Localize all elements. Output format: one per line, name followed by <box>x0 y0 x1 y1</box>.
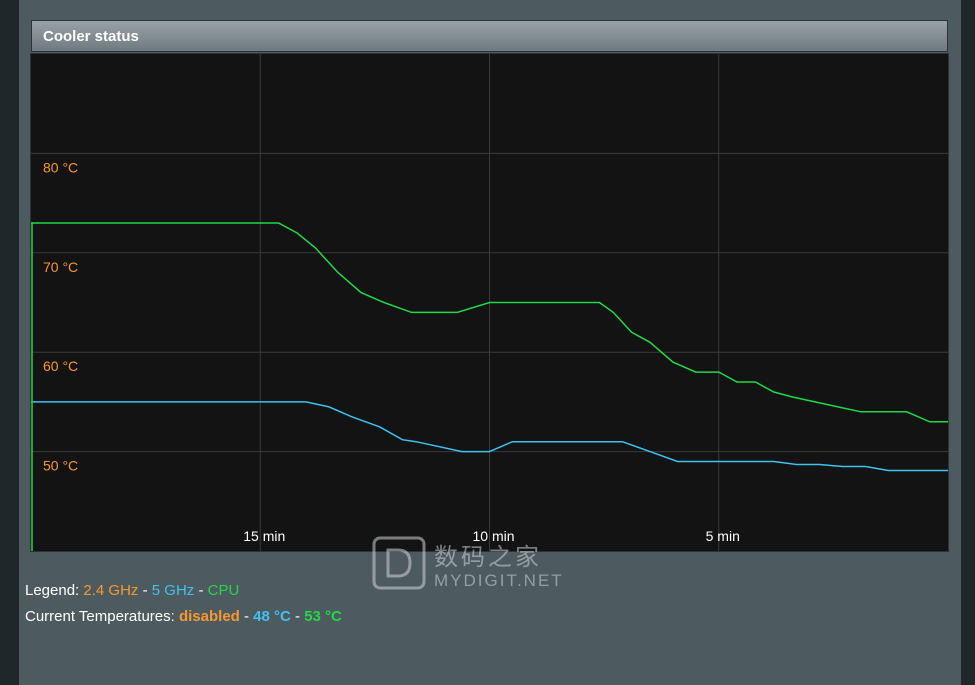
watermark-en: MYDIGIT.NET <box>434 571 564 590</box>
current-temp-2-4ghz: disabled <box>178 608 240 625</box>
chart-svg: 80 °C70 °C60 °C50 °C15 min 10 min 5 min <box>31 54 948 551</box>
watermark: 数码之家 MYDIGIT.NET <box>372 535 572 595</box>
legend-prefix: Legend: <box>25 582 80 599</box>
legend-item-5ghz: 5 GHz <box>151 582 195 599</box>
left-frame <box>0 0 19 685</box>
watermark-cn: 数码之家 <box>434 543 542 571</box>
current-temps-prefix: Current Temperatures: <box>25 608 175 625</box>
legend-separator: - <box>198 582 204 599</box>
temperature-chart: 80 °C 70 °C 60 °C 50 °C 15 min 10 min 5 min <box>30 53 949 552</box>
legend-separator: - <box>142 582 148 599</box>
panel-header: Cooler status <box>31 20 948 52</box>
legend: Legend: 2.4 GHz - 5 GHz - CPU <box>25 582 239 599</box>
y-tick-label: 70 °C <box>43 259 78 275</box>
panel-title: Cooler status <box>43 28 139 45</box>
current-temp-cpu: 53 °C <box>304 608 342 625</box>
legend-item-2-4ghz: 2.4 GHz <box>83 582 139 599</box>
current-temp-5ghz: 48 °C <box>253 608 291 625</box>
current-temps-separator: - <box>244 608 249 625</box>
x-tick-label: 5 min <box>706 528 740 544</box>
x-tick-label: 15 min <box>243 528 285 544</box>
current-temps-separator: - <box>295 608 301 625</box>
y-tick-label: 60 °C <box>43 358 78 374</box>
legend-item-cpu: CPU <box>207 582 240 599</box>
right-frame <box>961 0 975 685</box>
current-temperatures: Current Temperatures: disabled - 48 °C -… <box>25 608 342 625</box>
watermark-logo-icon <box>372 536 426 590</box>
y-tick-label: 80 °C <box>43 159 78 175</box>
y-tick-label: 50 °C <box>43 458 78 474</box>
